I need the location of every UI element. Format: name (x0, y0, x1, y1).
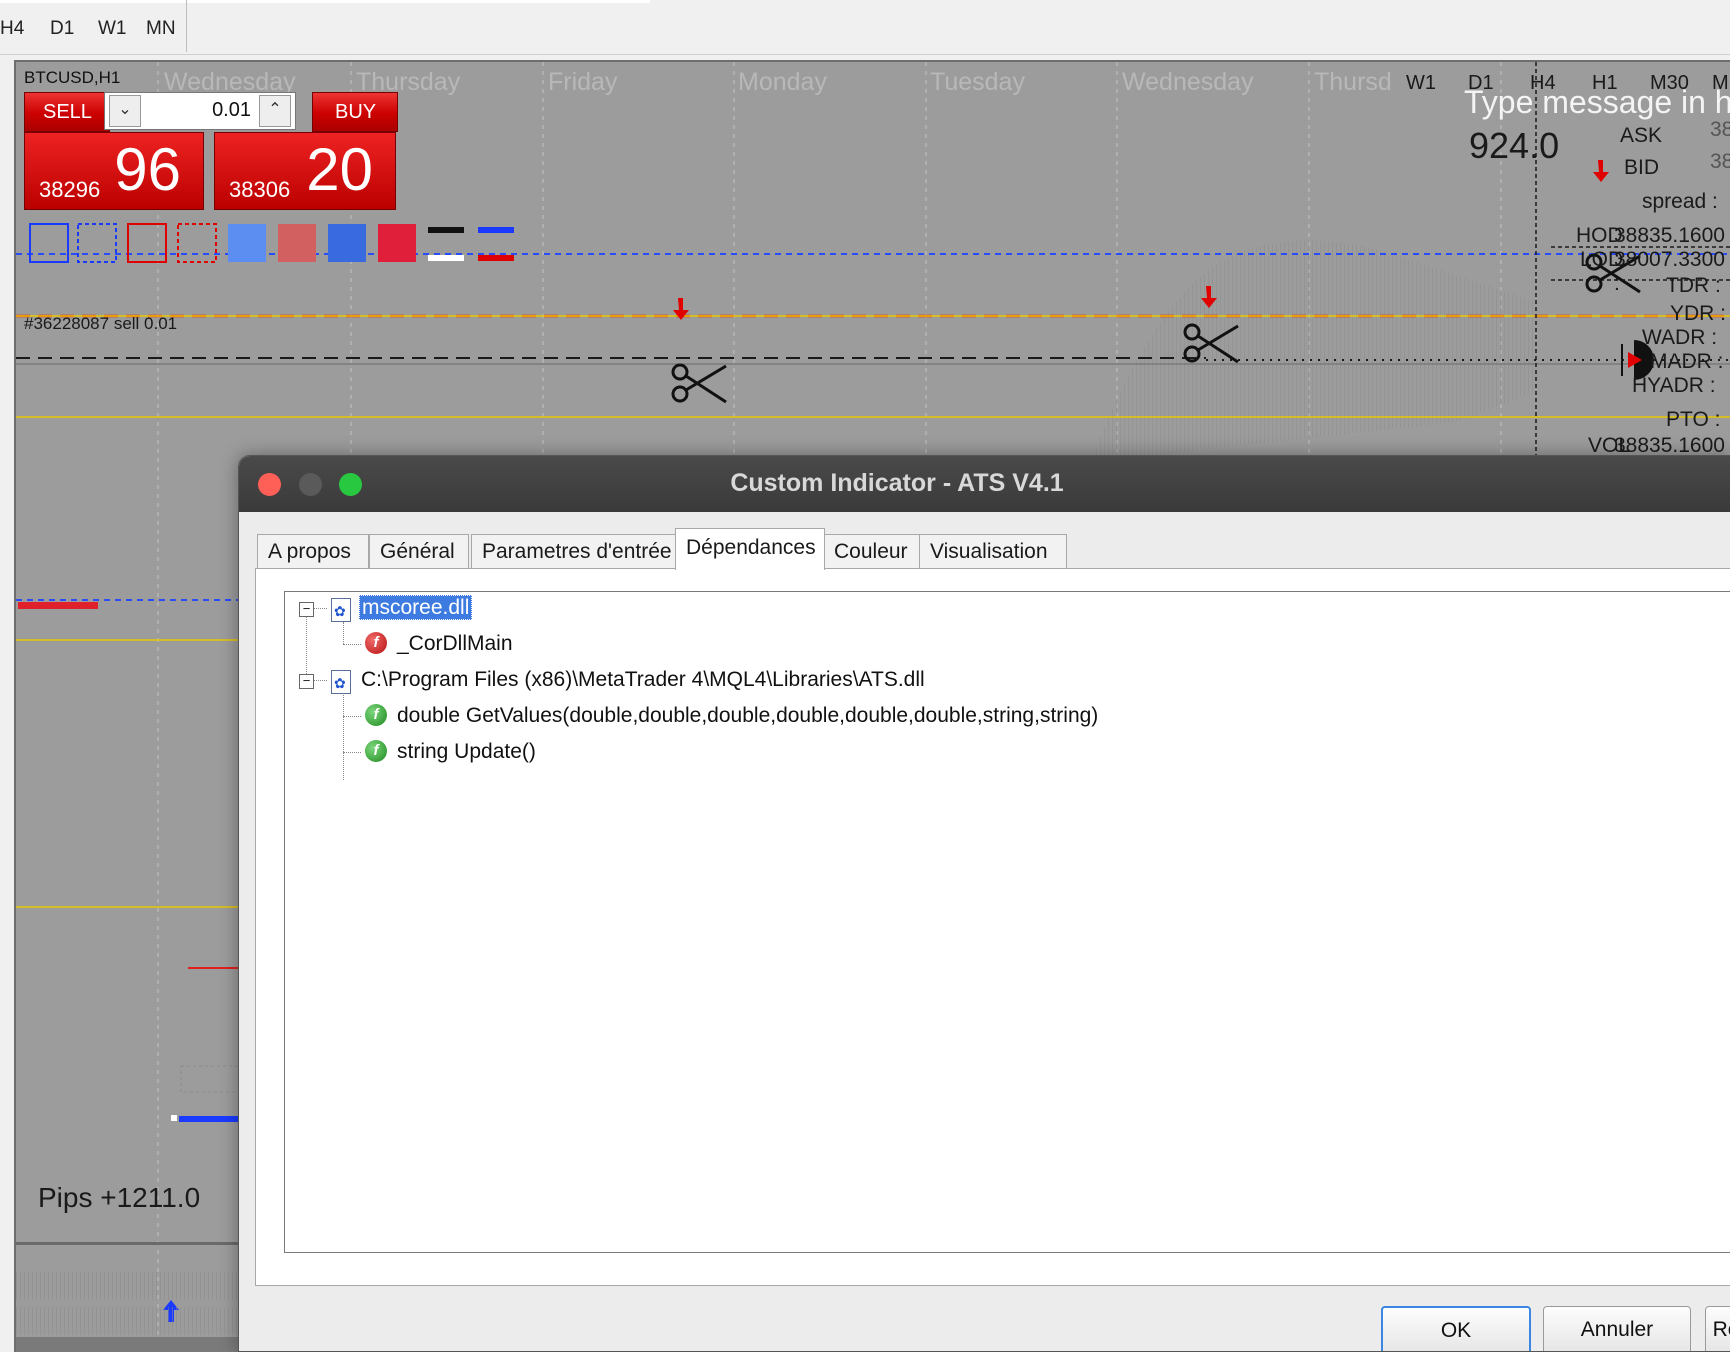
toolbar-top-edge (0, 0, 650, 3)
tree-node-mscoree[interactable]: mscoree.dll (359, 595, 473, 620)
stat-bid-label: BID (1624, 156, 1660, 179)
sell-price-box[interactable]: 38296 96 (24, 132, 204, 210)
sell-price-small: 38296 (39, 177, 101, 202)
function-icon: f (365, 740, 387, 762)
reset-button[interactable]: Re (1705, 1306, 1730, 1351)
collapse-toggle[interactable]: − (299, 602, 314, 617)
stat-hyadr: HYADR : (1632, 374, 1716, 397)
tree-connector (343, 622, 344, 644)
dialog-title: Custom Indicator - ATS V4.1 (730, 469, 1064, 497)
sell-button-label: SELL (43, 101, 92, 123)
stat-bid-value: 38 (1710, 150, 1730, 173)
ok-button[interactable]: OK (1381, 1306, 1531, 1351)
buy-button-label: BUY (335, 101, 377, 123)
chart-day-label: Monday (738, 68, 827, 96)
toolbar-tf-w1[interactable]: W1 (98, 18, 127, 40)
stat-ask-value: 38 (1710, 118, 1730, 141)
tree-connector (343, 644, 361, 645)
tree-connector (343, 716, 361, 717)
toolbar-tf-d1[interactable]: D1 (50, 18, 74, 40)
dependency-tree[interactable]: − ✿ mscoree.dll f _CorDllMain − ✿ C:\Pro… (284, 591, 1730, 1253)
order-ticket-label: #36228087 sell 0.01 (24, 314, 178, 333)
function-icon: f (365, 632, 387, 654)
chart-day-label: Thursd (1314, 68, 1392, 96)
tree-connector (313, 680, 327, 681)
tree-connector (313, 608, 327, 609)
collapse-toggle[interactable]: − (299, 674, 314, 689)
tab-a-propos[interactable]: A propos (257, 534, 369, 569)
dependances-panel: − ✿ mscoree.dll f _CorDllMain − ✿ C:\Pro… (255, 568, 1730, 1286)
buy-price-box[interactable]: 38306 20 (214, 132, 396, 210)
tab-general[interactable]: Général (369, 534, 469, 569)
pips-readout: Pips +1211.0 (38, 1182, 201, 1213)
lot-size-value: 0.01 (212, 99, 251, 121)
lot-decrease-button[interactable]: ⌄ (109, 95, 141, 127)
tree-node-ats-dll[interactable]: C:\Program Files (x86)\MetaTrader 4\MQL4… (361, 668, 925, 692)
toolbar-separator (186, 0, 187, 52)
function-icon: f (365, 704, 387, 726)
stat-pto: PTO : (1666, 408, 1721, 431)
tab-visualisation[interactable]: Visualisation (919, 534, 1067, 569)
tab-couleur[interactable]: Couleur (823, 534, 925, 569)
chart-day-label: Tuesday (930, 68, 1025, 96)
stat-madr: MADR : (1650, 350, 1724, 373)
dialog-titlebar[interactable]: Custom Indicator - ATS V4.1 (239, 456, 1730, 512)
stat-tdr: TDR : (1666, 274, 1721, 297)
chart-symbol: BTCUSD,H1 (24, 68, 121, 87)
tab-dependances[interactable]: Dépendances (675, 528, 825, 570)
dll-file-icon: ✿ (331, 598, 351, 622)
tree-node-update[interactable]: string Update() (397, 740, 536, 764)
sell-price-big: 96 (114, 136, 181, 203)
tree-node-cordllmain[interactable]: _CorDllMain (397, 632, 513, 656)
buy-price-small: 38306 (229, 177, 291, 202)
toolbar-tf-h4[interactable]: H4 (0, 18, 24, 40)
tree-node-getvalues[interactable]: double GetValues(double,double,double,do… (397, 704, 1098, 728)
price-readout: 924.0 (1469, 125, 1560, 166)
buy-price-big: 20 (306, 136, 373, 203)
stat-wadr: WADR : (1642, 326, 1718, 349)
custom-indicator-dialog: Custom Indicator - ATS V4.1 A propos Gén… (238, 455, 1730, 1352)
lot-size-input[interactable]: ⌄ 0.01 ⌃ (104, 92, 296, 130)
cancel-button[interactable]: Annuler (1543, 1306, 1691, 1351)
buy-button[interactable]: BUY (312, 92, 398, 132)
stat-ask-label: ASK (1620, 124, 1663, 147)
tree-connector (343, 692, 344, 780)
timeframe-toolbar: H4 D1 W1 MN (0, 0, 1730, 55)
tab-parametres[interactable]: Parametres d'entrée (471, 534, 685, 569)
dll-file-icon: ✿ (331, 670, 351, 694)
chart-day-label: Wednesday (1122, 68, 1254, 96)
toolbar-tf-mn[interactable]: MN (146, 18, 176, 40)
lot-increase-button[interactable]: ⌃ (259, 95, 291, 127)
chart-tf-w1[interactable]: W1 (1406, 72, 1436, 95)
chart-day-label: Friday (548, 68, 618, 96)
tree-connector (306, 614, 307, 678)
tree-connector (343, 752, 361, 753)
tree-node-mscoree-label: mscoree.dll (359, 595, 473, 620)
sell-button[interactable]: SELL (24, 92, 110, 132)
chat-message-prompt: Type message in he (1464, 84, 1730, 120)
stat-spread: spread : (1642, 190, 1718, 213)
stat-ydr: YDR : (1670, 302, 1727, 325)
